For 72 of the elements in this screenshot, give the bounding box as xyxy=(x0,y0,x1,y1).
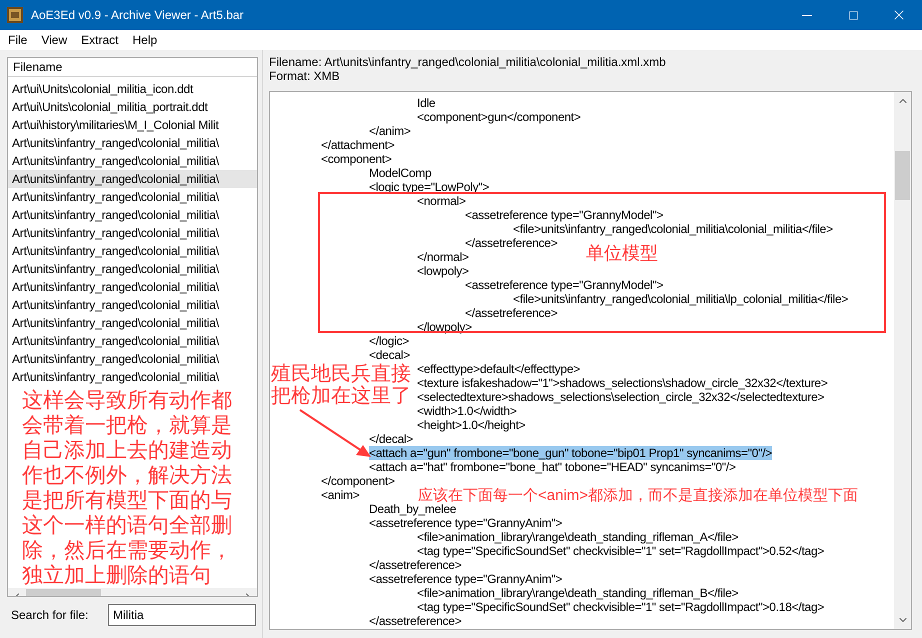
code-line: <attach a="hat" frombone="bone_hat" tobone="HEAD" syncanims="0"/> xyxy=(369,460,736,474)
code-line: <file>units\infantry_ranged\colonial_militia\lp_colonial_militia</file> xyxy=(513,292,848,306)
file-row[interactable]: Art\units\infantry_ranged\colonial_militia\ xyxy=(8,206,257,224)
code-line: </assetreference> xyxy=(369,614,462,628)
menu-item[interactable]: Extract xyxy=(74,31,126,49)
code-line: </normal> xyxy=(417,250,469,264)
file-row[interactable]: Art\ui\Units\colonial_militia_portrait.ddt xyxy=(8,98,257,116)
menu-item[interactable]: Help xyxy=(125,31,164,49)
search-label: Search for file: xyxy=(10,607,90,624)
code-line: <anim> xyxy=(321,488,360,502)
annotation-label: 单位模型 xyxy=(586,243,658,263)
menu-item[interactable]: View xyxy=(34,31,74,49)
annotation-note: 殖民地民兵直接把枪加在这里了 xyxy=(271,363,412,407)
code-line: <width>1.0</width> xyxy=(417,404,517,418)
code-line: <tag type="SpecificSoundSet" checkvisible="1" set="RagdollImpact">0.52</tag> xyxy=(417,544,824,558)
file-row[interactable]: Art\units\infantry_ranged\colonial_militia\ xyxy=(8,296,257,314)
code-line: <lowpoly> xyxy=(417,264,469,278)
file-row[interactable]: Art\units\infantry_ranged\colonial_militia\ xyxy=(8,224,257,242)
window-title: AoE3Ed v0.9 - Archive Viewer - Art5.bar xyxy=(31,7,244,24)
code-line: <file>animation_library\range\death_standing_rifleman_B</file> xyxy=(417,586,738,600)
code-line: <height>1.0</height> xyxy=(417,418,526,432)
code-line: <normal> xyxy=(417,194,466,208)
code-line: <assetreference type="GrannyModel"> xyxy=(465,208,664,222)
file-row[interactable]: Art\units\infantry_ranged\colonial_militia\ xyxy=(8,260,257,278)
file-row[interactable]: Art\units\infantry_ranged\colonial_militia\ xyxy=(8,278,257,296)
maximize-icon xyxy=(848,10,858,20)
format-label: Format: XMB xyxy=(269,69,341,83)
code-line: <component> xyxy=(321,152,392,166)
scrollbar-thumb[interactable] xyxy=(895,151,910,200)
file-row[interactable]: Art\units\infantry_ranged\colonial_militia\ xyxy=(8,332,257,350)
code-line: </assetreference> xyxy=(465,236,558,250)
code-line: <assetreference type="GrannyAnim"> xyxy=(369,516,562,530)
code-line: <effecttype>default</effecttype> xyxy=(417,362,580,376)
code-line: </logic> xyxy=(369,334,410,348)
code-line: Idle xyxy=(417,96,436,110)
code-line: <tag type="SpecificSoundSet" checkvisible="1" set="RagdollImpact">0.18</tag> xyxy=(417,600,824,614)
code-line: <selectedtexture>shadows_selections\selection_circle_32x32</selectedtexture> xyxy=(417,390,824,404)
app-icon xyxy=(7,7,23,23)
menu-item[interactable]: File xyxy=(1,31,34,49)
code-line: ModelComp xyxy=(369,166,432,180)
file-row[interactable]: Art\units\infantry_ranged\colonial_militia\ xyxy=(8,170,257,188)
code-line: </assetreference> xyxy=(465,306,558,320)
code-line: </decal> xyxy=(369,432,414,446)
code-line: </anim> xyxy=(369,124,411,138)
file-row[interactable]: Art\units\infantry_ranged\colonial_militia\ xyxy=(8,152,257,170)
vertical-scrollbar[interactable] xyxy=(894,92,911,629)
file-row[interactable]: Art\units\infantry_ranged\colonial_militia\ xyxy=(8,314,257,332)
code-line: <assetreference type="GrannyAnim"> xyxy=(369,572,562,586)
code-line: </lowpoly> xyxy=(417,320,472,334)
file-row[interactable]: Art\units\infantry_ranged\colonial_militia\ xyxy=(8,188,257,206)
code-line: <file>animation_library\range\death_standing_rifleman_A</file> xyxy=(417,530,738,544)
search-field[interactable]: Militia xyxy=(108,604,256,626)
column-header[interactable]: Filename xyxy=(8,58,257,77)
code-line: </attachment> xyxy=(321,138,394,152)
filename-label: Filename: Art\units\infantry_ranged\colonial_militia\colonial_militia.xml.xmb xyxy=(269,55,667,69)
code-line: <texture isfakeshadow="1">shadows_selections\shadow_circle_32x32</texture> xyxy=(417,376,828,390)
code-line: </component> xyxy=(321,474,395,488)
file-row[interactable]: Art\units\infantry_ranged\colonial_militia\ xyxy=(8,134,257,152)
file-row[interactable]: Art\units\infantry_ranged\colonial_militia\ xyxy=(8,368,257,386)
code-line: <decal> xyxy=(369,348,410,362)
file-row[interactable]: Art\units\infantry_ranged\colonial_militia\ xyxy=(8,242,257,260)
code-line: <file>units\infantry_ranged\colonial_militia\colonial_militia</file> xyxy=(513,222,833,236)
minimize-icon xyxy=(802,14,812,16)
code-line: <component>gun</component> xyxy=(417,110,581,124)
annotation-note: 应该在下面每一个<anim>都添加，而不是直接添加在单位模型下面 xyxy=(418,487,858,504)
code-line: <assetreference type="GrannyModel"> xyxy=(465,278,664,292)
code-line: Death_by_melee xyxy=(369,502,456,516)
file-row[interactable]: Art\units\infantry_ranged\colonial_militia\ xyxy=(8,350,257,368)
file-row[interactable]: Art\ui\Units\colonial_militia_icon.ddt xyxy=(8,80,257,98)
code-line: </assetreference> xyxy=(369,558,462,572)
annotation-note: 这样会导致所有动作都会带着一把枪，就算是自己添加上去的建造动作也不例外，解决方法是把所有模型下面的与这个一样的语句全部删除，然后在需要动作，独立加上删除的语句 xyxy=(21,388,233,588)
file-row[interactable]: Art\ui\history\militaries\M_I_Colonial Milit xyxy=(8,116,257,134)
